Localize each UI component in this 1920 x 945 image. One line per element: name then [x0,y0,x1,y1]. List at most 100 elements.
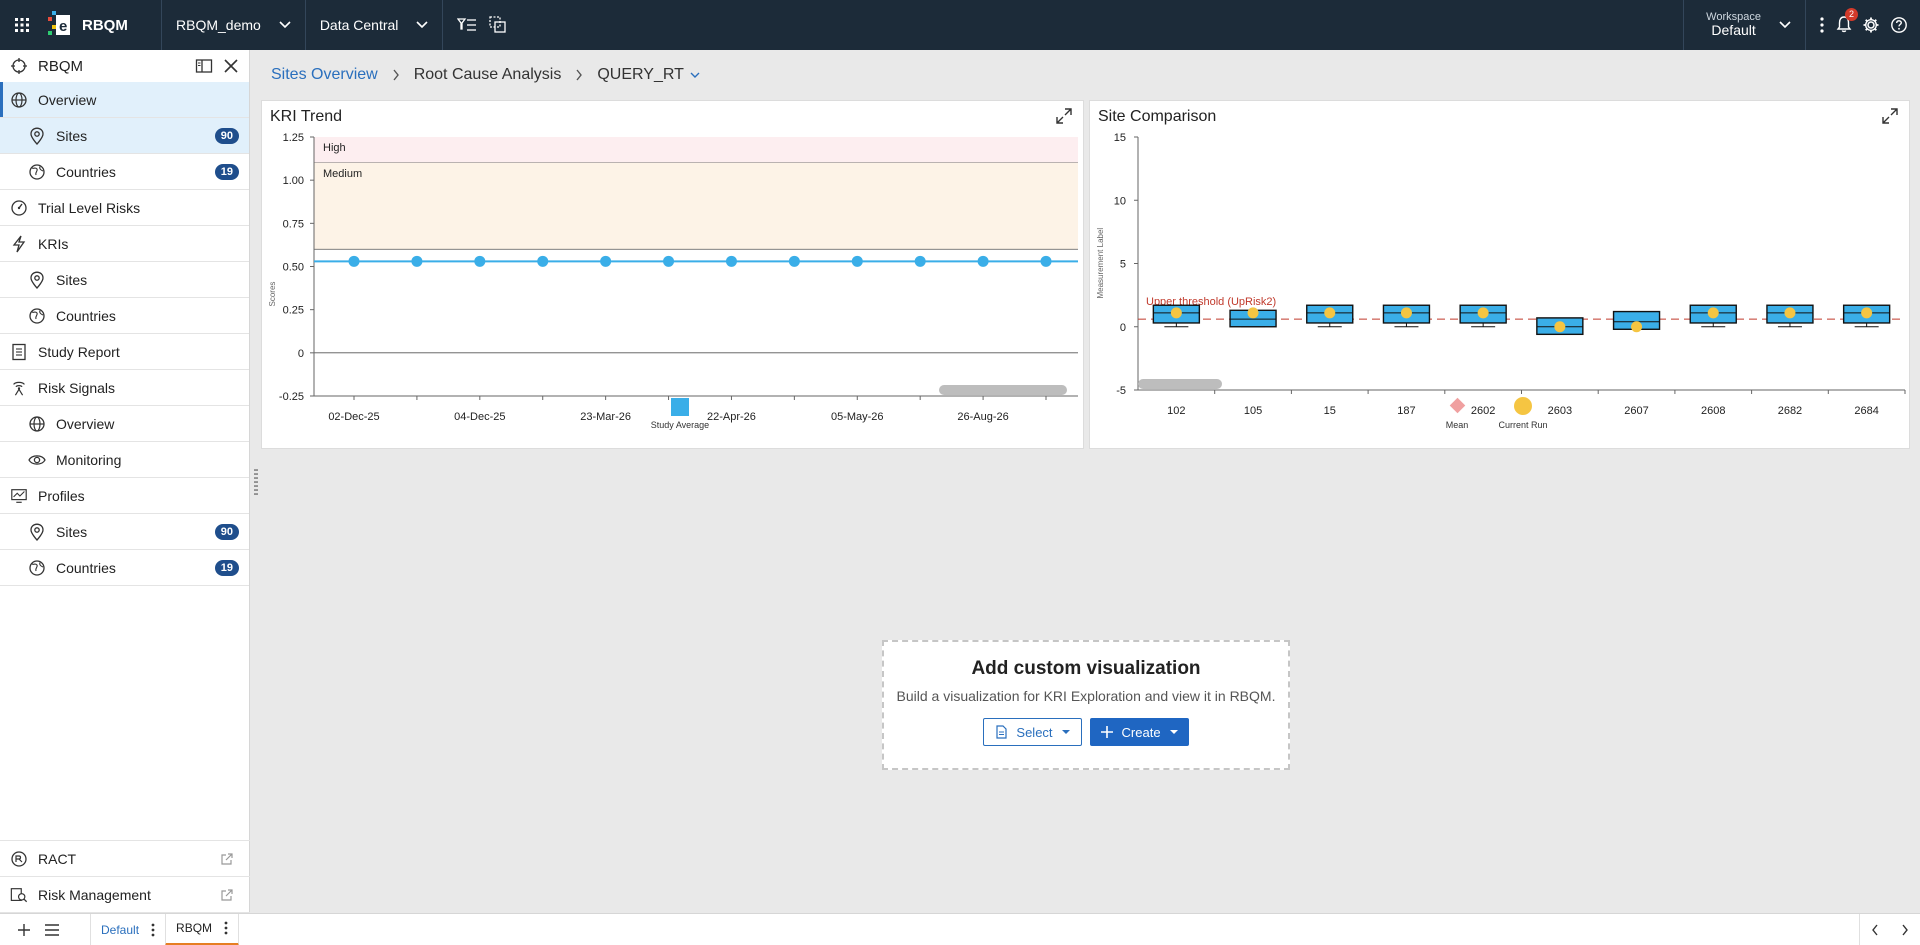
tab-rbqm[interactable]: RBQM [165,913,240,945]
x-tick-label: 05-May-26 [831,411,884,423]
sidebar-item-study-report[interactable]: Study Report [0,334,249,370]
ract-icon [10,850,28,868]
sidebar-item-kris[interactable]: KRIs [0,226,249,262]
data-point [788,255,800,267]
gauge-icon [10,199,28,217]
app-logo[interactable]: e RBQM [44,0,162,50]
close-icon[interactable] [223,58,239,74]
band-label: Medium [323,168,362,180]
globe-icon [10,91,28,109]
x-tick-label: 02-Dec-25 [328,411,379,423]
custom-viz-description: Build a visualization for KRI Exploratio… [896,688,1276,704]
more-vertical-icon[interactable] [224,921,228,935]
plus-icon [18,923,30,936]
sidebar-item-profile-sites[interactable]: Sites 90 [0,514,249,550]
sidebar-item-countries[interactable]: Countries 19 [0,154,249,190]
sidebar-item-ract[interactable]: RACT [0,841,250,877]
sidebar-item-label: Monitoring [56,451,122,468]
study-dropdown-label: RBQM_demo [176,17,261,33]
location-pin-icon [28,127,46,145]
legend-swatch [671,398,689,416]
app-name: RBQM [82,16,128,34]
x-tick-label: 2602 [1471,405,1495,417]
sidebar-item-profiles[interactable]: Profiles [0,478,249,514]
add-tab-button[interactable] [10,914,38,945]
scroll-tabs-left-button[interactable] [1860,914,1890,945]
scroll-tabs-right-button[interactable] [1890,914,1920,945]
bottom-tab-bar: Default RBQM [0,913,1920,945]
app-launcher-button[interactable] [0,0,44,50]
data-point [411,255,423,267]
sidebar-item-sites[interactable]: Sites 90 [0,118,249,154]
sidebar-item-label: Sites [56,523,88,540]
sidebar-item-trial-level-risks[interactable]: Trial Level Risks [0,190,249,226]
sidebar-item-profile-countries[interactable]: Countries 19 [0,550,249,586]
study-dropdown[interactable]: RBQM_demo [162,0,306,50]
panel-toggle-icon[interactable] [195,58,213,74]
sidebar-item-risk-overview[interactable]: Overview [0,406,249,442]
breadcrumb-root-cause-analysis[interactable]: Root Cause Analysis [414,66,562,84]
data-point [663,255,675,267]
gear-icon[interactable] [1862,16,1880,34]
logo-icon: e [48,11,70,35]
tab-default[interactable]: Default [90,913,165,945]
tab-list-button[interactable] [38,914,66,945]
y-tick-label: 0 [298,348,304,360]
legend-mean-swatch [1449,397,1466,414]
custom-viz-title: Add custom visualization [971,658,1201,679]
chevron-right-icon [393,69,399,81]
sidebar-item-monitoring[interactable]: Monitoring [0,442,249,478]
y-axis-label: Measurement Label [1096,228,1105,299]
sidebar-item-label: Overview [56,415,115,432]
breadcrumb-kri-dropdown[interactable]: QUERY_RT [597,66,700,84]
chevron-down-icon [279,21,291,29]
sidebar-item-label: Countries [56,307,116,324]
count-badge: 19 [214,559,239,576]
notifications-button[interactable]: 2 [1836,7,1858,36]
breadcrumb: Sites Overview Root Cause Analysis QUERY… [271,66,700,84]
sidebar-item-label: Overview [38,91,97,108]
sidebar-item-label: RACT [38,850,77,867]
sidebar-title: RBQM [38,57,83,75]
sidebar-header: RBQM [0,50,249,82]
sidebar-item-label: Sites [56,127,88,144]
x-tick-label: 2603 [1548,405,1572,417]
more-vertical-icon[interactable] [1818,16,1826,34]
filter-list-icon[interactable] [457,17,477,33]
globe-location-icon [28,307,46,325]
area-dropdown[interactable]: Data Central [306,0,444,50]
sidebar-item-risk-management[interactable]: Risk Management [0,877,250,913]
kri-trend-title: KRI Trend [270,108,343,125]
workspace-dropdown[interactable]: Workspace Default [1683,0,1806,50]
location-pin-icon [28,271,46,289]
sidebar-item-kri-sites[interactable]: Sites [0,262,249,298]
sidebar-item-overview[interactable]: Overview [0,82,249,118]
data-point [537,255,549,267]
sidebar-item-kri-countries[interactable]: Countries [0,298,249,334]
expand-icon[interactable] [1055,107,1073,125]
x-tick-label: 26-Aug-26 [957,411,1008,423]
chart-scrollbar [939,385,1067,395]
chevron-down-icon [690,72,700,78]
sidebar-item-label: KRIs [38,235,69,252]
help-icon[interactable] [1890,16,1908,34]
grid-icon [15,18,29,32]
risk-band [314,162,1078,250]
y-tick-label: 15 [1114,132,1126,144]
copy-selection-icon[interactable] [489,16,507,34]
custom-viz-actions: Select Create [884,718,1288,746]
current-run-point [1707,307,1719,319]
breadcrumb-sites-overview[interactable]: Sites Overview [271,66,378,84]
expand-icon[interactable] [1881,107,1899,125]
more-vertical-icon[interactable] [151,923,155,937]
external-link-icon [221,888,233,901]
caret-down-icon [1061,730,1070,734]
y-axis-label: Scores [268,282,277,307]
sidebar-item-risk-signals[interactable]: Risk Signals [0,370,249,406]
site-comparison-chart: 151050-5Measurement LabelUpper threshold… [1096,132,1906,430]
y-tick-label: 0.25 [283,305,304,317]
svg-text:e: e [59,18,67,35]
current-run-point [1247,307,1259,319]
create-button[interactable]: Create [1089,718,1189,746]
select-button[interactable]: Select [983,718,1082,746]
